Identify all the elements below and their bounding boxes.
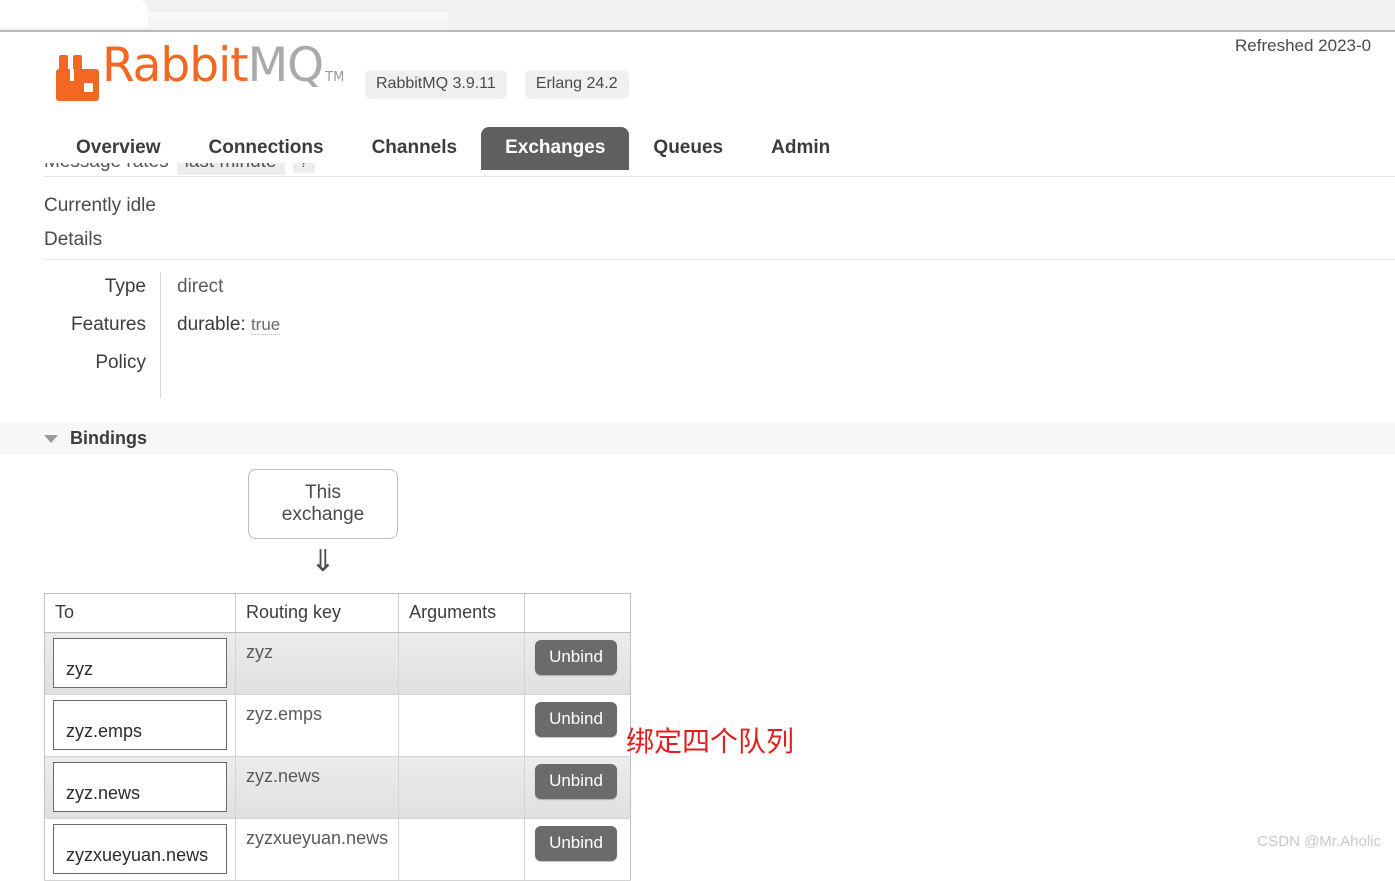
browser-tab[interactable] [0, 0, 148, 28]
double-down-arrow-icon: ⇓ [310, 544, 336, 579]
details-label-policy: Policy [44, 348, 161, 398]
queue-link-zyz-news[interactable]: zyz.news [53, 762, 227, 812]
binding-to-cell: zyz.emps [44, 694, 236, 757]
table-row: zyz zyz Unbind [44, 632, 631, 695]
unbind-button[interactable]: Unbind [535, 702, 617, 737]
details-heading: Details [44, 229, 103, 250]
page-header: RabbitMQ TM RabbitMQ 3.9.11 Erlang 24.2 R… [0, 32, 1395, 128]
unbind-button[interactable]: Unbind [535, 640, 617, 675]
binding-arguments-cell [398, 694, 526, 757]
this-exchange-box: This exchange [248, 469, 398, 539]
feature-value-durable: true [250, 315, 281, 335]
rabbitmq-logo[interactable]: RabbitMQ TM [56, 42, 344, 101]
annotation-text: 绑定四个队列 [626, 725, 795, 758]
column-header-routing-key: Routing key [235, 593, 400, 633]
binding-routing-key-cell: zyz.emps [235, 694, 400, 757]
bindings-section-header[interactable]: Bindings [0, 422, 1395, 455]
details-row-features: Features durable: true [44, 310, 281, 348]
bindings-table-header-row: To Routing key Arguments [44, 593, 631, 633]
feature-key-durable: durable: [177, 314, 246, 335]
binding-diagram: This exchange ⇓ [248, 469, 398, 577]
binding-action-cell: Unbind [524, 694, 631, 757]
binding-routing-key-cell: zyz.news [235, 756, 400, 819]
binding-action-cell: Unbind [524, 818, 631, 881]
bindings-table: To Routing key Arguments zyz zyz Unbind [44, 593, 632, 881]
details-row-type: Type direct [44, 272, 280, 310]
binding-action-cell: Unbind [524, 632, 631, 695]
column-header-actions [524, 593, 631, 633]
details-row-policy: Policy [44, 348, 280, 398]
version-badges: RabbitMQ 3.9.11 Erlang 24.2 [365, 70, 629, 99]
details-value-type: direct [177, 276, 224, 297]
idle-status-text: Currently idle [44, 195, 156, 216]
queue-link-zyz-emps[interactable]: zyz.emps [53, 700, 227, 750]
details-label-type: Type [44, 272, 161, 310]
exchange-detail-content: Currently idle Details Type direct Featu… [0, 182, 1395, 881]
queue-link-zyzxueyuan-news[interactable]: zyzxueyuan.news [53, 824, 227, 874]
table-row: zyzxueyuan.news zyzxueyuan.news Unbind [44, 818, 631, 881]
details-value-policy [161, 348, 281, 398]
help-icon[interactable]: ? [292, 163, 315, 173]
message-rates-period-select[interactable]: last minute [176, 163, 285, 175]
logo-text-rabbit: Rabbit [102, 38, 249, 93]
binding-routing-key-cell: zyz [235, 632, 400, 695]
binding-to-cell: zyz [44, 632, 236, 695]
binding-arguments-cell [398, 756, 526, 819]
column-header-to: To [44, 593, 236, 633]
table-row: zyz.emps zyz.emps Unbind [44, 694, 631, 757]
table-row: zyz.news zyz.news Unbind [44, 756, 631, 819]
binding-routing-key-cell: zyzxueyuan.news [235, 818, 400, 881]
binding-to-cell: zyzxueyuan.news [44, 818, 236, 881]
binding-to-cell: zyz.news [44, 756, 236, 819]
badge-erlang-version: Erlang 24.2 [524, 70, 629, 99]
refreshed-timestamp: Refreshed 2023-0 [1235, 36, 1372, 55]
details-label-features: Features [44, 310, 161, 348]
rabbitmq-management-page: RabbitMQ TM RabbitMQ 3.9.11 Erlang 24.2 R… [0, 32, 1395, 881]
details-table: Type direct Features durable: true Polic… [44, 272, 281, 398]
logo-wordmark: RabbitMQ TM [102, 42, 344, 101]
queue-link-zyz[interactable]: zyz [53, 638, 227, 688]
unbind-button[interactable]: Unbind [535, 764, 617, 799]
message-rates-label: Message rates [44, 163, 169, 173]
badge-rabbitmq-version: RabbitMQ 3.9.11 [365, 70, 507, 99]
binding-action-cell: Unbind [524, 756, 631, 819]
details-divider [44, 259, 1395, 260]
browser-chrome-strip [0, 0, 1395, 32]
binding-arguments-cell [398, 818, 526, 881]
binding-arguments-cell [398, 632, 526, 695]
message-rates-divider [44, 176, 1395, 177]
column-header-arguments: Arguments [398, 593, 526, 633]
watermark: CSDN @Mr.Aholic [1257, 833, 1381, 850]
details-value-features: durable: true [161, 310, 281, 348]
chevron-down-icon[interactable] [44, 434, 58, 443]
browser-tab-filler [148, 12, 448, 30]
rabbit-logo-icon [56, 55, 99, 101]
logo-text-mq: MQ [247, 38, 325, 93]
bindings-section-title: Bindings [70, 428, 147, 448]
logo-trademark: TM [325, 70, 345, 85]
